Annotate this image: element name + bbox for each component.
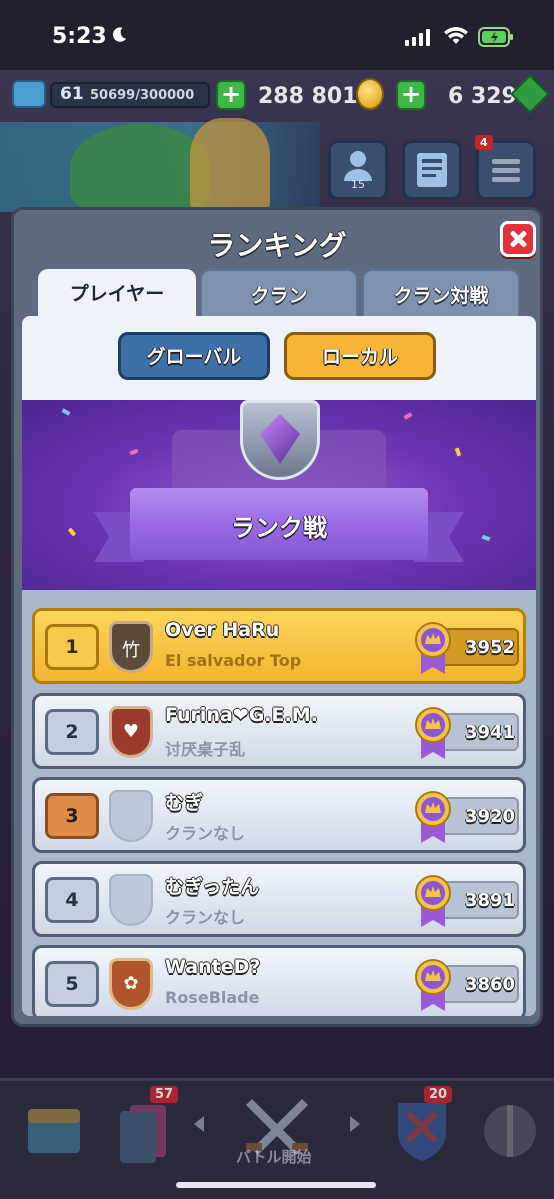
home-indicator (176, 1182, 376, 1188)
leaderboard-row[interactable]: 5 ✿ WanteD? RoseBlade 3860 (32, 945, 526, 1016)
gem-amount: 6 329 (448, 84, 517, 109)
clan-name: El salvador Top (165, 651, 302, 670)
rank-number: 3 (45, 793, 99, 839)
xp-progress: 50699/300000 (90, 88, 195, 103)
clan-name: クランなし (165, 908, 246, 927)
news-icon (417, 153, 447, 187)
tournament-icon (484, 1105, 536, 1157)
friends-count: 15 (351, 178, 365, 191)
battery-icon (478, 27, 513, 47)
add-gems-button[interactable]: + (396, 80, 426, 110)
leaderboard-row[interactable]: 4 むぎったんクランなし 3891 (32, 861, 526, 937)
menu-button[interactable]: 4 (475, 135, 536, 200)
close-button[interactable] (500, 221, 536, 257)
clan-name: 讨厌桌子乱 (165, 740, 246, 759)
gold-coin-icon (356, 78, 384, 110)
wifi-icon (444, 27, 468, 44)
menu-badge: 4 (475, 135, 493, 150)
battle-label: バトル開始 (236, 1148, 312, 1166)
confetti (67, 527, 77, 537)
leaderboard-row[interactable]: 3 むぎクランなし 3920 (32, 777, 526, 853)
nav-left-arrow-icon[interactable] (194, 1116, 204, 1132)
rank-number: 4 (45, 877, 99, 923)
rank-number: 5 (45, 961, 99, 1007)
nav-cards[interactable] (104, 1091, 194, 1175)
rank-number: 1 (45, 624, 99, 670)
clan-badge-icon (109, 874, 153, 926)
nav-shop[interactable] (14, 1091, 104, 1175)
league-medal-icon (415, 622, 451, 674)
gold-amount: 288 801 (258, 84, 358, 109)
league-medal-icon (415, 875, 451, 927)
confetti (481, 534, 491, 542)
trophy-value: 3891 (464, 890, 516, 911)
tab-clan-war[interactable]: クラン対戦 (362, 269, 520, 319)
confetti (129, 448, 139, 456)
trophy-value: 3941 (464, 722, 516, 743)
rank-number: 2 (45, 709, 99, 755)
status-time: 5:23 (52, 24, 107, 49)
ranking-modal: ランキング プレイヤー クラン クラン対戦 グローバル ローカル ランク戦 1 竹… (11, 207, 543, 1027)
player-name: Furina❤G.E.M. (165, 704, 318, 726)
player-name: むぎ (165, 792, 204, 814)
clan-badge-icon (109, 790, 153, 842)
ranking-panel: グローバル ローカル ランク戦 1 竹 Over HaRu El salvador T… (22, 316, 536, 1016)
moon-icon (113, 27, 127, 42)
trophy-value: 3952 (464, 637, 516, 658)
king-character (190, 118, 270, 212)
league-medal-icon (415, 791, 451, 843)
league-medal-icon (415, 707, 451, 759)
ranked-banner: ランク戦 (22, 400, 536, 590)
confetti (61, 408, 71, 416)
player-name: Over HaRu (165, 619, 280, 641)
banner-title: ランク戦 (231, 514, 327, 542)
tab-player[interactable]: プレイヤー (38, 269, 196, 321)
clan-emblem-icon: ♥ (122, 721, 140, 742)
clan-badge-icon: ♥ (109, 706, 153, 758)
tab-clan[interactable]: クラン (200, 269, 358, 319)
resource-bar: 61 50699/300000 + 288 801 + 6 329 (0, 72, 554, 118)
hamburger-icon (492, 159, 520, 182)
news-button[interactable] (402, 140, 462, 200)
trophy-value: 3920 (464, 806, 516, 827)
add-gold-button[interactable]: + (216, 80, 246, 110)
crown-icon (12, 80, 46, 108)
clan-emblem-icon: 竹 (122, 640, 140, 661)
leaderboard-row[interactable]: 1 竹 Over HaRu El salvador Top 3952 (32, 608, 526, 684)
status-bar: 5:23 (0, 0, 554, 70)
nav-right-arrow-icon[interactable] (350, 1116, 360, 1132)
player-level: 61 (60, 84, 84, 104)
shop-chest-icon (28, 1109, 80, 1153)
clan-shield-icon (398, 1103, 446, 1161)
cards-badge: 57 (150, 1086, 179, 1103)
global-button[interactable]: グローバル (118, 332, 270, 380)
dragon-character (70, 124, 210, 210)
confetti (454, 447, 462, 457)
trophy-value: 3860 (464, 974, 516, 995)
friends-button[interactable]: 15 (328, 140, 388, 200)
nav-events[interactable] (470, 1091, 554, 1175)
signal-icon (405, 28, 430, 46)
clan-name: クランなし (165, 824, 246, 843)
clan-badge-icon: 竹 (109, 621, 153, 673)
confetti (403, 412, 413, 420)
bottom-nav (0, 1078, 554, 1199)
player-name: WanteD? (165, 956, 261, 978)
local-button[interactable]: ローカル (284, 332, 436, 380)
league-medal-icon (415, 959, 451, 1011)
clan-name: RoseBlade (165, 988, 260, 1007)
leaderboard-row[interactable]: 2 ♥ Furina❤G.E.M. 讨厌桌子乱 3941 (32, 693, 526, 769)
cards-icon (120, 1105, 166, 1163)
clan-emblem-icon: ✿ (123, 973, 139, 994)
clan-badge: 20 (424, 1086, 453, 1103)
modal-title: ランキング (207, 229, 347, 262)
nav-clan[interactable] (382, 1091, 472, 1175)
clan-badge-icon: ✿ (109, 958, 153, 1010)
player-name: むぎったん (165, 876, 260, 898)
